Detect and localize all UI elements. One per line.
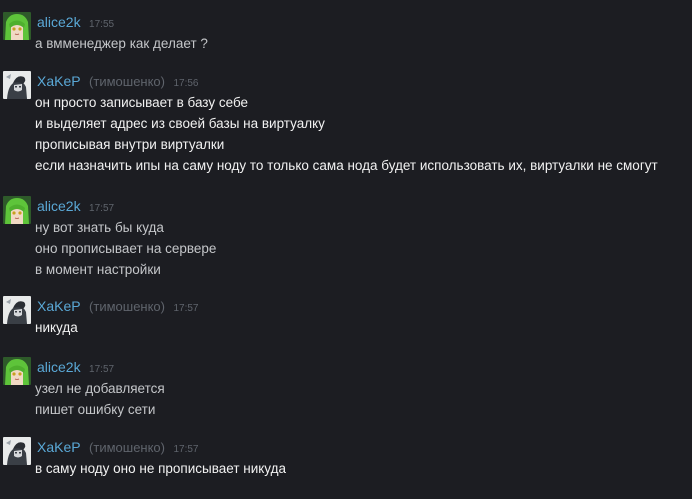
timestamp: 17:57 [89, 364, 115, 375]
message-line: оно прописывает на сервере [35, 241, 217, 256]
xaker-avatar-icon[interactable] [3, 296, 31, 324]
message-line: пишет ошибку сети [35, 402, 156, 417]
message-line: в саму ноду оно не прописывает никуда [35, 461, 286, 476]
message-line: никуда [35, 320, 78, 335]
message-body: в саму ноду оно не прописывает никуда [35, 458, 286, 479]
author-name[interactable]: XaKeP [37, 298, 81, 314]
message-header: XaKeP (тимошенко) 17:56 [37, 72, 198, 93]
message-line: а вмменеджер как делает ? [35, 36, 208, 51]
message-line: если назначить ипы на саму ноду то тольк… [35, 158, 658, 173]
alice-avatar-icon[interactable] [3, 196, 31, 224]
timestamp: 17:57 [173, 303, 199, 314]
message-header: alice2k 17:57 [37, 197, 114, 218]
xaker-avatar-icon[interactable] [3, 437, 31, 465]
author-name[interactable]: alice2k [37, 359, 81, 375]
message-body: ну вот знать бы куда оно прописывает на … [35, 217, 216, 280]
timestamp: 17:57 [89, 203, 115, 214]
message-body: узел не добавляется пишет ошибку сети [35, 378, 165, 420]
author-name[interactable]: XaKeP [37, 73, 81, 89]
message-line: узел не добавляется [35, 381, 165, 396]
author-nickname: (тимошенко) [89, 440, 165, 455]
author-nickname: (тимошенко) [89, 299, 165, 314]
author-name[interactable]: alice2k [37, 14, 81, 30]
timestamp: 17:56 [173, 78, 199, 89]
message-header: XaKeP (тимошенко) 17:57 [37, 438, 198, 459]
message-line: ну вот знать бы куда [35, 220, 164, 235]
timestamp: 17:57 [173, 444, 199, 455]
message-body: он просто записывает в базу себе и выдел… [35, 92, 658, 176]
alice-avatar-icon[interactable] [3, 12, 31, 40]
timestamp: 17:55 [89, 19, 115, 30]
xaker-avatar-icon[interactable] [3, 71, 31, 99]
chat-log: alice2k 17:55 а вмменеджер как делает ? … [0, 0, 692, 499]
message-body: а вмменеджер как делает ? [35, 33, 208, 54]
message-header: alice2k 17:57 [37, 358, 114, 379]
author-name[interactable]: XaKeP [37, 439, 81, 455]
message-line: и выделяет адрес из своей базы на виртуа… [35, 116, 325, 131]
message-line: прописывая внутри виртуалки [35, 137, 225, 152]
message-line: он просто записывает в базу себе [35, 95, 249, 110]
author-name[interactable]: alice2k [37, 198, 81, 214]
alice-avatar-icon[interactable] [3, 357, 31, 385]
message-line: в момент настройки [35, 262, 161, 277]
author-nickname: (тимошенко) [89, 74, 165, 89]
message-header: alice2k 17:55 [37, 13, 114, 34]
message-header: XaKeP (тимошенко) 17:57 [37, 297, 198, 318]
message-body: никуда [35, 317, 78, 338]
